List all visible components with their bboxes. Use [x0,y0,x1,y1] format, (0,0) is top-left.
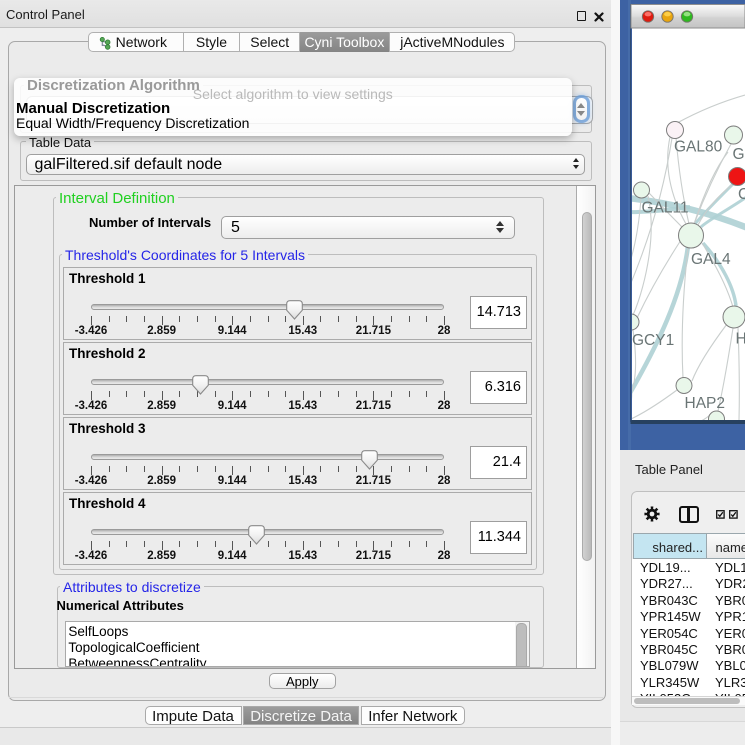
svg-text:GCY1: GCY1 [632,332,674,349]
svg-text:HAP2: HAP2 [685,395,726,412]
svg-text:C: C [738,186,745,203]
svg-text:GAL80: GAL80 [674,139,723,156]
svg-text:H: H [736,331,745,348]
svg-text:GAL11: GAL11 [642,200,689,217]
svg-text:GAL4: GAL4 [691,251,731,268]
svg-text:G.: G. [733,146,745,163]
